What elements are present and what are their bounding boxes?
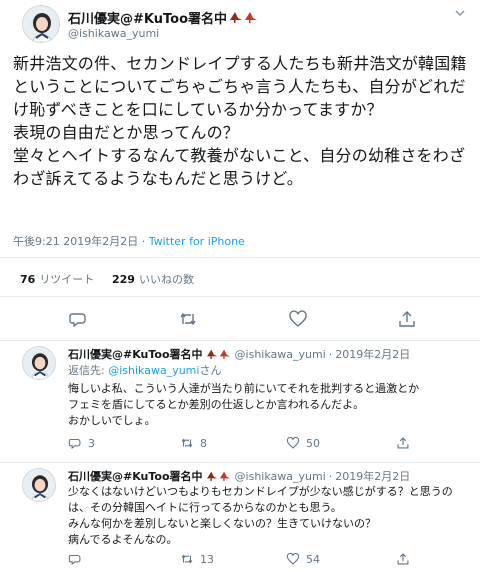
replying-to: 返信先: @ishikawa_yumiさん	[68, 362, 221, 378]
like-count: 54	[306, 552, 320, 566]
tweet-stats: 76 リツイート 229 いいねの数	[0, 257, 480, 297]
retweets-count: 76	[20, 273, 36, 286]
reply-text: 悔しいよ私、こういう人達が当たり前にいてそれを批判すると過激とか フェミを盾にし…	[68, 382, 420, 427]
share-icon	[397, 437, 409, 449]
display-name[interactable]: 石川優実@#KuToo署名中	[68, 468, 203, 484]
tweet-text: 新井浩文の件、セカンドレイプする人たちも新井浩文が韓国籍ということについてごちゃ…	[13, 54, 467, 188]
tweet-actions	[0, 298, 480, 338]
like-button[interactable]: 54	[286, 552, 320, 566]
chevron-down-icon[interactable]	[455, 8, 465, 21]
tweet-source[interactable]: Twitter for iPhone	[149, 235, 245, 248]
avatar[interactable]	[22, 346, 56, 380]
handle[interactable]: @ishikawa_yumi	[68, 27, 159, 40]
reply-header: 石川優実@#KuToo署名中 @ishikawa_yumi · 2019年2月2…	[68, 346, 410, 362]
tweet-meta: 午後9:21 2019年2月2日 · Twitter for iPhone	[13, 233, 245, 249]
likes-count: 229	[112, 273, 135, 286]
share-icon[interactable]	[397, 309, 417, 329]
reply-button[interactable]	[68, 552, 88, 566]
like-icon[interactable]	[288, 309, 308, 329]
share-button[interactable]	[396, 436, 410, 450]
retweet-icon	[181, 554, 193, 564]
retweet-icon[interactable]	[178, 309, 198, 329]
like-button[interactable]: 50	[286, 436, 320, 450]
retweets-stat[interactable]: 76 リツイート	[20, 271, 94, 287]
meta-separator: ·	[328, 469, 333, 483]
reply-tweet[interactable]: 石川優実@#KuToo署名中 @ishikawa_yumi · 2019年2月2…	[0, 340, 480, 463]
replying-suffix: さん	[199, 364, 222, 377]
reply-tweet[interactable]: 石川優実@#KuToo署名中 @ishikawa_yumi · 2019年2月2…	[0, 462, 480, 566]
retweet-button[interactable]: 8	[180, 436, 207, 450]
reply-header: 石川優実@#KuToo署名中 @ishikawa_yumi · 2019年2月2…	[68, 468, 410, 484]
share-button[interactable]	[396, 552, 410, 566]
handle[interactable]: @ishikawa_yumi	[235, 470, 326, 483]
reply-actions: 3 8 50	[68, 436, 468, 456]
reply-text: 少なくはないけどいつもよりもセカンドレイプが少ない感じがする？と思うのは、その分…	[68, 485, 453, 546]
display-name[interactable]: 石川優実@#KuToo署名中	[68, 8, 259, 27]
high-heel-icon	[206, 347, 232, 362]
avatar[interactable]	[22, 5, 60, 43]
display-name[interactable]: 石川優実@#KuToo署名中	[68, 346, 203, 362]
retweet-button[interactable]: 13	[180, 552, 214, 566]
display-name-text[interactable]: 石川優実@#KuToo署名中	[68, 8, 227, 27]
reply-icon[interactable]	[68, 309, 88, 329]
handle[interactable]: @ishikawa_yumi	[235, 348, 326, 361]
likes-stat[interactable]: 229 いいねの数	[112, 271, 194, 287]
like-count: 50	[306, 436, 320, 450]
meta-separator: ·	[141, 235, 146, 248]
retweet-count: 8	[200, 436, 207, 450]
high-heel-icon	[206, 469, 232, 484]
reply-date[interactable]: 2019年2月2日	[335, 468, 410, 484]
reply-icon	[68, 554, 81, 566]
replying-handle[interactable]: @ishikawa_yumi	[108, 364, 199, 377]
main-tweet: 石川優実@#KuToo署名中 @ishikawa_yumi 新井浩文の件、セカン…	[0, 0, 480, 341]
retweet-icon	[181, 438, 193, 448]
likes-label: いいねの数	[138, 273, 194, 286]
share-icon	[397, 553, 409, 565]
reply-icon	[68, 438, 81, 450]
reply-actions: 13 54	[68, 552, 468, 572]
retweets-label: リツイート	[39, 273, 95, 286]
high-heel-icon	[229, 9, 259, 27]
tweet-date[interactable]: 2019年2月2日	[63, 235, 138, 248]
like-icon	[286, 552, 300, 565]
avatar[interactable]	[22, 468, 56, 502]
reply-button[interactable]: 3	[68, 436, 95, 450]
meta-separator: ·	[328, 347, 333, 361]
tweet-time[interactable]: 午後9:21	[13, 235, 60, 248]
reply-date[interactable]: 2019年2月2日	[335, 346, 410, 362]
retweet-count: 13	[200, 552, 214, 566]
reply-count: 3	[88, 436, 95, 450]
replying-label: 返信先:	[68, 364, 105, 377]
like-icon	[286, 436, 300, 449]
